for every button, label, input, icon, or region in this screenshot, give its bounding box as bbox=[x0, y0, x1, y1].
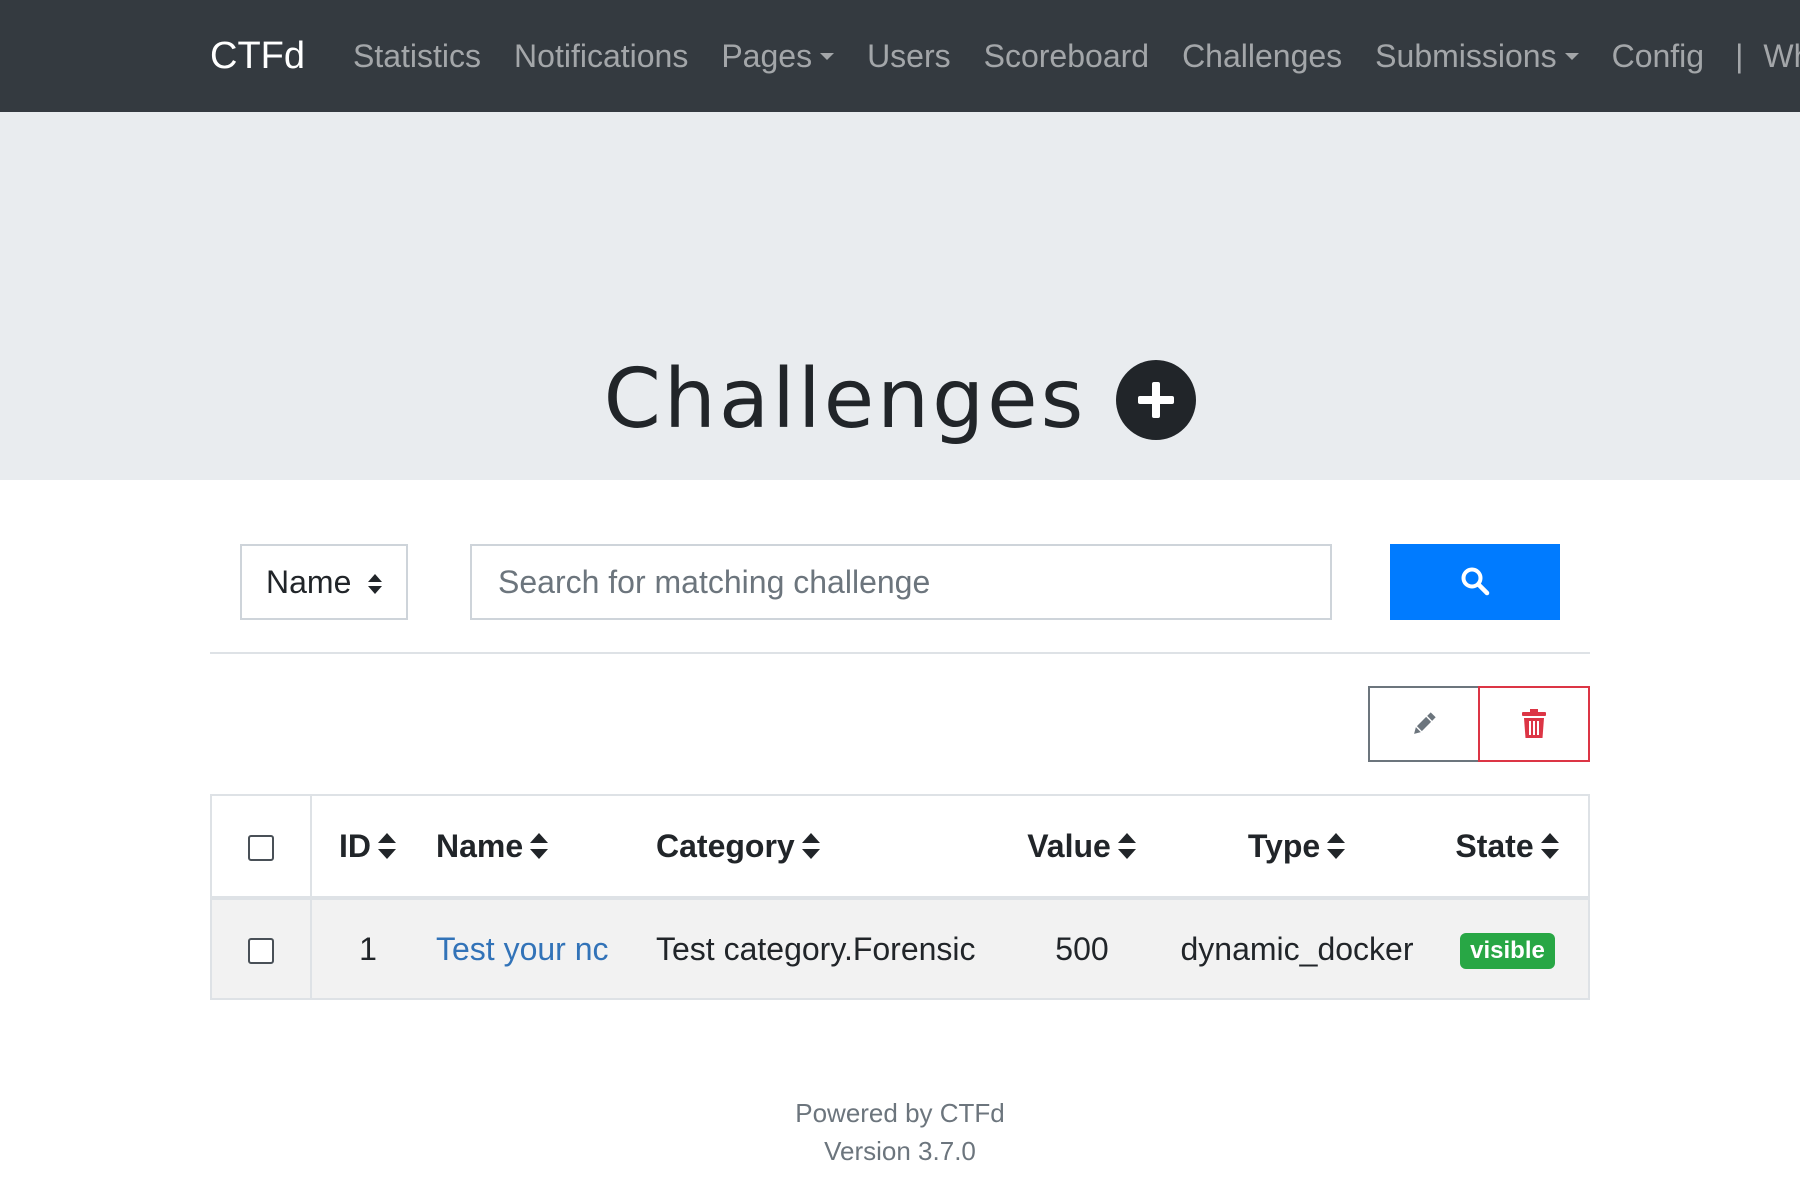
challenges-table: ID Name Category Value Type State 1 Test… bbox=[210, 794, 1590, 1000]
column-label: Category bbox=[656, 827, 795, 864]
brand-logo[interactable]: CTFd bbox=[210, 0, 305, 112]
top-navbar: CTFd Statistics Notifications Pages User… bbox=[0, 0, 1800, 112]
table-body: 1 Test your nc Test category.Forensic 50… bbox=[210, 897, 1590, 1000]
footer: Powered by CTFd Version 3.7.0 bbox=[0, 1094, 1800, 1170]
nav-separator: | bbox=[1735, 37, 1744, 74]
column-header-category[interactable]: Category bbox=[655, 794, 997, 900]
search-button[interactable] bbox=[1390, 544, 1560, 620]
select-all-checkbox[interactable] bbox=[248, 835, 274, 862]
page-header-content: Challenges bbox=[0, 352, 1800, 447]
nav-label: Notifications bbox=[514, 37, 689, 74]
caret-down-icon bbox=[820, 52, 835, 60]
search-field-select[interactable]: Name bbox=[240, 544, 408, 620]
column-header-state[interactable]: State bbox=[1427, 794, 1590, 900]
cell-state: visible bbox=[1427, 897, 1590, 1000]
sort-icon bbox=[368, 574, 382, 594]
sort-icon bbox=[1117, 833, 1136, 859]
divider bbox=[210, 652, 1590, 654]
column-label: State bbox=[1455, 827, 1534, 864]
row-select-cell bbox=[210, 897, 312, 1000]
nav-label: Submissions bbox=[1375, 37, 1557, 74]
version-text: Version 3.7.0 bbox=[824, 1136, 976, 1166]
nav-item-pages[interactable]: Pages bbox=[721, 37, 835, 75]
cell-name: Test your nc bbox=[424, 897, 655, 1000]
header-row: ID Name Category Value Type State bbox=[210, 794, 1590, 900]
nav-label: Statistics bbox=[353, 37, 482, 74]
powered-by-text[interactable]: Powered by CTFd bbox=[0, 1094, 1800, 1132]
nav-label: Pages bbox=[721, 37, 813, 74]
add-challenge-button[interactable] bbox=[1116, 359, 1197, 440]
nav-item-notifications[interactable]: Notifications bbox=[514, 38, 688, 75]
page-header: Challenges bbox=[0, 112, 1800, 480]
nav-item-scoreboard[interactable]: Scoreboard bbox=[984, 38, 1149, 75]
nav-item-users[interactable]: Users bbox=[867, 38, 951, 75]
search-form: Name bbox=[0, 544, 1800, 620]
pencil-icon bbox=[1414, 712, 1436, 734]
nav-label: Scoreboard bbox=[983, 37, 1150, 74]
nav-label: Config bbox=[1611, 37, 1705, 74]
challenge-link[interactable]: Test your nc bbox=[436, 931, 609, 967]
sort-icon bbox=[1327, 833, 1346, 859]
nav-label: Challenges bbox=[1182, 37, 1343, 74]
sort-icon bbox=[1540, 833, 1559, 859]
nav-item-statistics[interactable]: Statistics bbox=[353, 38, 481, 75]
nav-item-challenges[interactable]: Challenges bbox=[1182, 38, 1342, 75]
trash-icon bbox=[1522, 709, 1546, 738]
column-label: Type bbox=[1247, 827, 1321, 864]
nav-item-config[interactable]: Config bbox=[1612, 38, 1705, 75]
bulk-action-group bbox=[1368, 686, 1590, 762]
nav-label: Users bbox=[867, 37, 951, 74]
caret-down-icon bbox=[1564, 52, 1579, 60]
column-label: ID bbox=[339, 827, 371, 864]
column-header-type[interactable]: Type bbox=[1167, 794, 1427, 900]
cell-value: 500 bbox=[997, 897, 1167, 1000]
search-field-value: Name bbox=[266, 564, 352, 600]
nav-item-overflow[interactable]: Wh bbox=[1763, 38, 1800, 75]
column-header-name[interactable]: Name bbox=[424, 794, 655, 900]
search-input[interactable] bbox=[470, 544, 1332, 620]
column-header-id[interactable]: ID bbox=[311, 794, 424, 900]
cell-id: 1 bbox=[311, 897, 424, 1000]
column-header-value[interactable]: Value bbox=[997, 794, 1167, 900]
sort-icon bbox=[530, 833, 549, 859]
page-title: Challenges bbox=[603, 352, 1087, 447]
bulk-edit-button[interactable] bbox=[1368, 686, 1480, 762]
row-checkbox[interactable] bbox=[248, 938, 274, 965]
status-badge: visible bbox=[1460, 933, 1555, 969]
cell-type: dynamic_docker bbox=[1167, 897, 1427, 1000]
sort-icon bbox=[801, 833, 820, 859]
table-header: ID Name Category Value Type State bbox=[210, 794, 1590, 900]
select-all-cell bbox=[210, 794, 312, 900]
nav-item-submissions[interactable]: Submissions bbox=[1375, 37, 1579, 75]
search-icon bbox=[1461, 567, 1490, 595]
nav-links: Statistics Notifications Pages Users Sco… bbox=[353, 0, 1800, 112]
bulk-delete-button[interactable] bbox=[1478, 686, 1590, 762]
sort-icon bbox=[378, 833, 396, 859]
column-label: Name bbox=[436, 827, 524, 864]
table-row: 1 Test your nc Test category.Forensic 50… bbox=[210, 897, 1590, 1000]
column-label: Value bbox=[1027, 827, 1111, 864]
cell-category: Test category.Forensic bbox=[655, 897, 997, 1000]
